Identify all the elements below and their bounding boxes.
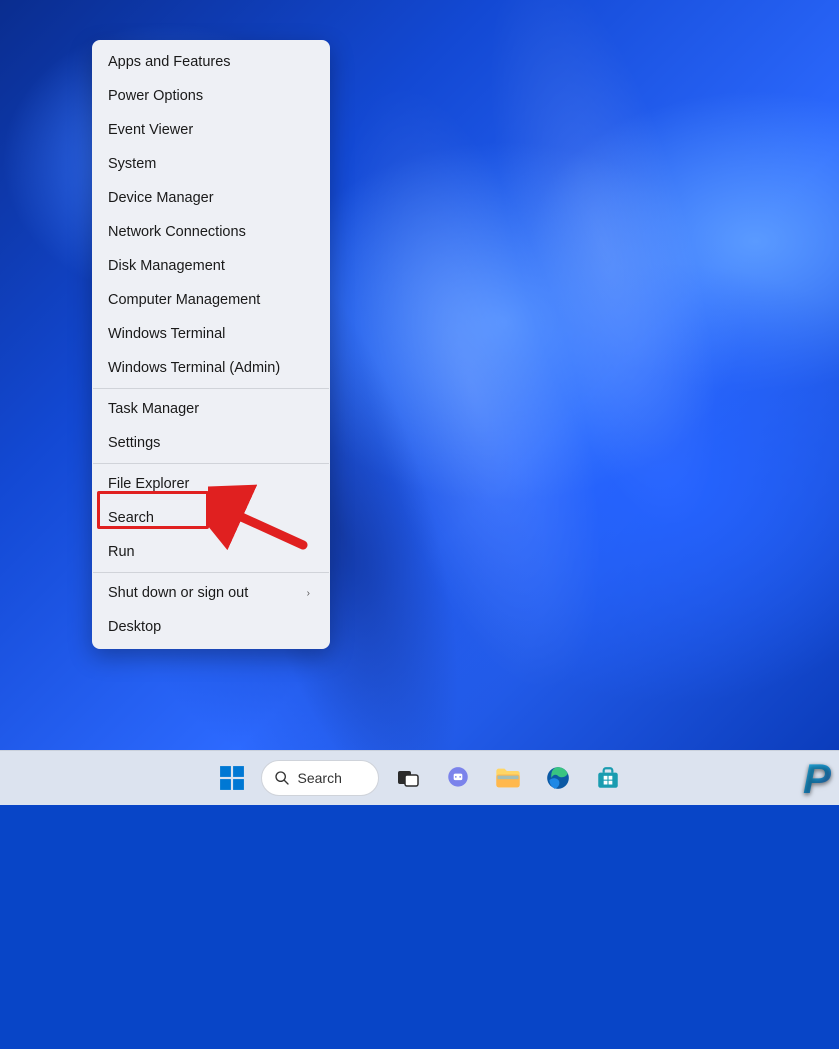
menu-item-apps-and-features[interactable]: Apps and Features (92, 45, 330, 79)
menu-separator (93, 388, 329, 389)
taskbar-search[interactable]: Search (261, 760, 379, 796)
menu-item-label: System (108, 156, 156, 172)
menu-item-windows-terminal[interactable]: Windows Terminal (92, 317, 330, 351)
menu-item-system[interactable]: System (92, 147, 330, 181)
menu-item-file-explorer[interactable]: File Explorer (92, 467, 330, 501)
menu-item-windows-terminal-admin[interactable]: Windows Terminal (Admin) (92, 351, 330, 385)
teams-chat-icon[interactable] (437, 757, 479, 799)
taskbar: Search (0, 750, 839, 805)
search-icon (274, 770, 290, 786)
menu-item-event-viewer[interactable]: Event Viewer (92, 113, 330, 147)
menu-item-network-connections[interactable]: Network Connections (92, 215, 330, 249)
winx-context-menu: Apps and Features Power Options Event View… (92, 40, 330, 649)
chevron-right-icon: › (307, 588, 310, 599)
menu-item-label: Windows Terminal (108, 326, 225, 342)
menu-item-label: Windows Terminal (Admin) (108, 360, 280, 376)
menu-item-disk-management[interactable]: Disk Management (92, 249, 330, 283)
menu-item-device-manager[interactable]: Device Manager (92, 181, 330, 215)
menu-separator (93, 572, 329, 573)
menu-item-label: Computer Management (108, 292, 260, 308)
menu-item-label: Network Connections (108, 224, 246, 240)
file-explorer-icon[interactable] (487, 757, 529, 799)
menu-item-label: File Explorer (108, 476, 189, 492)
menu-item-label: Shut down or sign out (108, 585, 248, 601)
menu-item-label: Device Manager (108, 190, 214, 206)
watermark-logo: P (803, 755, 831, 803)
menu-item-run[interactable]: Run (92, 535, 330, 569)
microsoft-store-icon[interactable] (587, 757, 629, 799)
menu-item-label: Settings (108, 435, 160, 451)
menu-item-settings[interactable]: Settings (92, 426, 330, 460)
menu-item-label: Power Options (108, 88, 203, 104)
taskbar-search-label: Search (298, 770, 342, 786)
menu-item-label: Disk Management (108, 258, 225, 274)
menu-item-task-manager[interactable]: Task Manager (92, 392, 330, 426)
task-view-button[interactable] (387, 757, 429, 799)
menu-item-label: Run (108, 544, 135, 560)
menu-item-computer-management[interactable]: Computer Management (92, 283, 330, 317)
menu-item-label: Search (108, 510, 154, 526)
menu-item-label: Desktop (108, 619, 161, 635)
edge-browser-icon[interactable] (537, 757, 579, 799)
menu-item-shut-down-or-sign-out[interactable]: Shut down or sign out › (92, 576, 330, 610)
menu-item-power-options[interactable]: Power Options (92, 79, 330, 113)
menu-item-label: Event Viewer (108, 122, 193, 138)
menu-item-label: Task Manager (108, 401, 199, 417)
menu-separator (93, 463, 329, 464)
menu-item-desktop[interactable]: Desktop (92, 610, 330, 644)
menu-item-search[interactable]: Search (92, 501, 330, 535)
menu-item-label: Apps and Features (108, 54, 231, 70)
start-button[interactable] (211, 757, 253, 799)
